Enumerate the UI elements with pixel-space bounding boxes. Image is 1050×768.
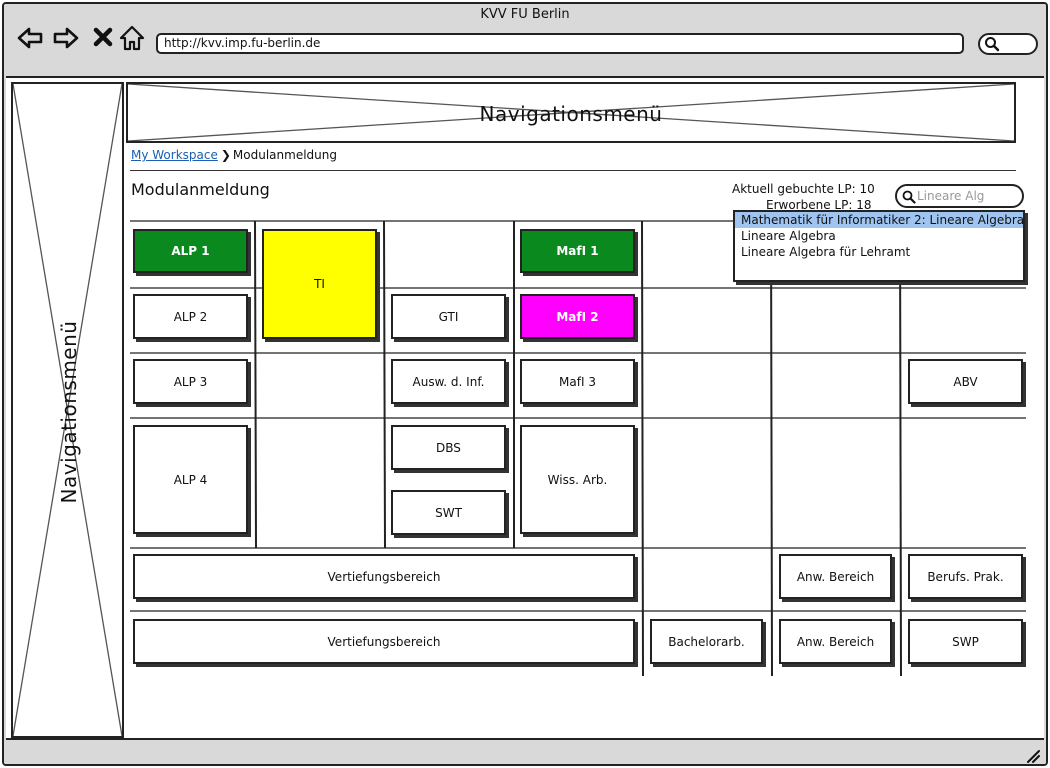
- module-mafi3[interactable]: MafI 3: [520, 359, 635, 404]
- module-bachelorarbeit[interactable]: Bachelorarb.: [650, 619, 763, 664]
- status-bar: [4, 742, 1046, 764]
- module-alp3[interactable]: ALP 3: [133, 359, 248, 404]
- module-alp4[interactable]: ALP 4: [133, 425, 248, 534]
- search-icon: [985, 37, 1000, 52]
- suggestion-item[interactable]: Lineare Algebra: [735, 228, 1023, 244]
- module-anw-bereich-2[interactable]: Anw. Bereich: [779, 619, 892, 664]
- suggestion-item[interactable]: Lineare Algebra für Lehramt: [735, 244, 1023, 260]
- module-gti[interactable]: GTI: [391, 294, 506, 339]
- module-mafi2[interactable]: MafI 2: [520, 294, 635, 339]
- module-dbs[interactable]: DBS: [391, 425, 506, 470]
- module-anw-bereich-1[interactable]: Anw. Bereich: [779, 554, 892, 599]
- url-bar[interactable]: http://kvv.imp.fu-berlin.de: [156, 33, 964, 54]
- search-suggestions-dropdown: Mathematik für Informatiker 2: Lineare A…: [733, 210, 1025, 282]
- module-ti[interactable]: TI: [262, 229, 377, 339]
- forward-icon[interactable]: [52, 24, 80, 52]
- home-icon[interactable]: [118, 24, 146, 52]
- module-alp2[interactable]: ALP 2: [133, 294, 248, 339]
- module-vertiefungsbereich-2[interactable]: Vertiefungsbereich: [133, 619, 635, 664]
- window-title: KVV FU Berlin: [480, 7, 570, 22]
- module-ausw-d-inf[interactable]: Ausw. d. Inf.: [391, 359, 506, 404]
- module-wiss-arb[interactable]: Wiss. Arb.: [520, 425, 635, 534]
- page-content: Navigationsmenü Navigationsmenü My Works…: [6, 76, 1044, 740]
- browser-titlebar: KVV FU Berlin http://kvv.imp.fu-berlin.d…: [4, 4, 1046, 74]
- module-alp1[interactable]: ALP 1: [133, 229, 248, 273]
- module-mafi1[interactable]: MafI 1: [520, 229, 635, 273]
- browser-window: KVV FU Berlin http://kvv.imp.fu-berlin.d…: [2, 2, 1048, 766]
- module-swp[interactable]: SWP: [908, 619, 1023, 664]
- suggestion-item[interactable]: Mathematik für Informatiker 2: Lineare A…: [735, 212, 1024, 228]
- back-icon[interactable]: [16, 24, 44, 52]
- module-abv[interactable]: ABV: [908, 359, 1023, 404]
- browser-search[interactable]: [978, 33, 1038, 55]
- module-swt[interactable]: SWT: [391, 490, 506, 535]
- close-icon[interactable]: [90, 24, 118, 52]
- module-vertiefungsbereich-1[interactable]: Vertiefungsbereich: [133, 554, 635, 599]
- module-berufs-prak[interactable]: Berufs. Prak.: [908, 554, 1023, 599]
- resize-grip-icon[interactable]: [1024, 747, 1040, 763]
